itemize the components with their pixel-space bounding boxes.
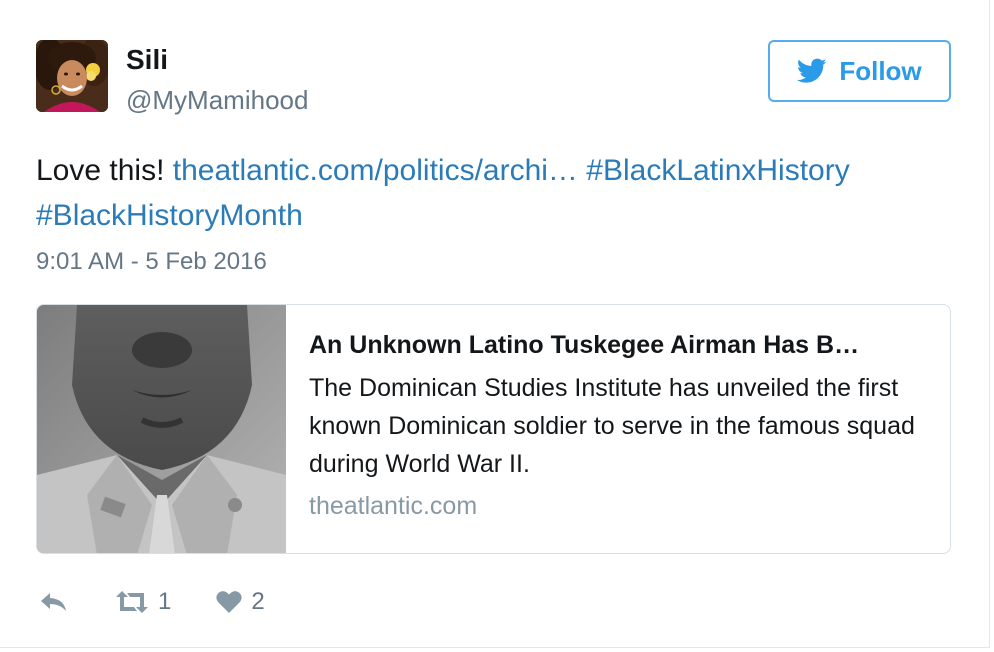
- heart-icon: [216, 591, 242, 613]
- follow-label: Follow: [839, 55, 922, 86]
- retweet-icon: [116, 591, 148, 613]
- avatar-image: [36, 40, 108, 112]
- twitter-bird-icon: [797, 58, 827, 83]
- hashtag-black-latinx-history[interactable]: #BlackLatinxHistory: [586, 154, 849, 187]
- avatar[interactable]: [36, 40, 108, 112]
- tweet-timestamp[interactable]: 9:01 AM - 5 Feb 2016: [36, 246, 267, 278]
- tweet-text-prefix: Love this!: [36, 154, 165, 187]
- hashtag-black-history-month[interactable]: #BlackHistoryMonth: [36, 199, 303, 232]
- retweet-count: 1: [158, 588, 172, 615]
- tweet-text: Love this! theatlantic.com/politics/arch…: [36, 148, 936, 238]
- like-count: 2: [251, 588, 265, 615]
- like-button[interactable]: 2: [215, 588, 265, 616]
- card-image: [37, 305, 286, 553]
- card-domain: theatlantic.com: [309, 492, 478, 520]
- tweet-actions: 1 2: [36, 584, 265, 620]
- reply-icon: [41, 593, 66, 611]
- card-body: An Unknown Latino Tuskegee Airman Has B……: [309, 329, 929, 523]
- tweet-link[interactable]: theatlantic.com/politics/archi…: [173, 154, 578, 187]
- card-description: The Dominican Studies Institute has unve…: [309, 374, 915, 478]
- display-name[interactable]: Sili: [126, 42, 168, 78]
- follow-button[interactable]: Follow: [768, 40, 951, 102]
- reply-button[interactable]: [38, 589, 70, 615]
- user-handle[interactable]: @MyMamihood: [126, 83, 308, 117]
- card-title: An Unknown Latino Tuskegee Airman Has B…: [309, 331, 860, 359]
- link-preview-card[interactable]: An Unknown Latino Tuskegee Airman Has B……: [36, 304, 951, 554]
- tweet-card: Sili @MyMamihood Follow Love this! theat…: [0, 0, 990, 648]
- soldier-portrait-photo: [37, 305, 286, 553]
- retweet-button[interactable]: 1: [114, 588, 171, 616]
